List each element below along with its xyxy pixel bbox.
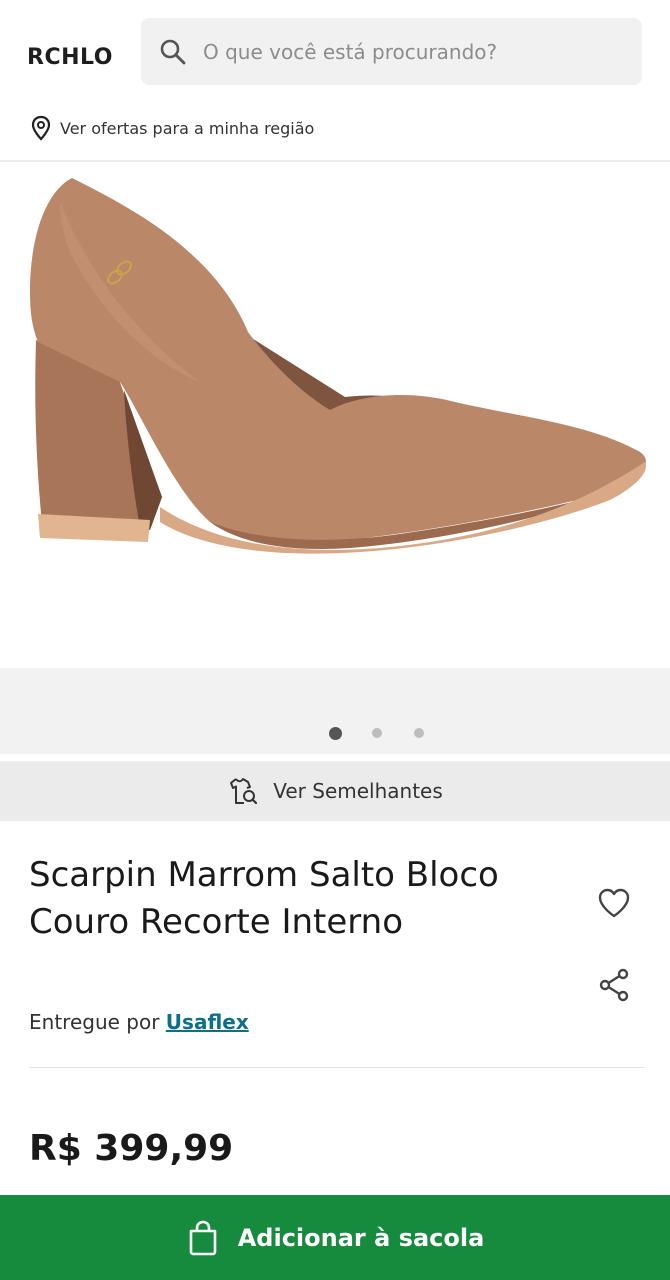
seller-link[interactable]: Usaflex <box>166 1010 249 1034</box>
gallery-footer <box>0 668 670 754</box>
product-price: R$ 399,99 <box>29 1128 234 1169</box>
favorite-heart-icon[interactable] <box>596 885 632 921</box>
product-image <box>30 178 646 554</box>
region-offers-label: Ver ofertas para a minha região <box>60 118 315 138</box>
store-logo[interactable]: RCHLO <box>27 45 113 70</box>
similar-products-label: Ver Semelhantes <box>273 779 443 803</box>
share-icon[interactable] <box>598 968 630 1002</box>
search-box[interactable] <box>141 18 642 85</box>
pagination-dot[interactable] <box>414 728 424 738</box>
product-image-gallery[interactable] <box>0 162 670 668</box>
pagination-dot-active[interactable] <box>329 727 342 740</box>
shirt-search-icon <box>230 778 258 805</box>
delivered-by-label: Entregue por <box>29 1010 160 1034</box>
location-pin-icon <box>31 115 51 141</box>
delivered-by: Entregue por Usaflex <box>29 1010 249 1034</box>
shopping-bag-icon <box>189 1220 217 1255</box>
header: RCHLO <box>0 0 670 100</box>
add-to-bag-button[interactable]: Adicionar à sacola <box>0 1195 670 1280</box>
search-icon[interactable] <box>159 38 187 66</box>
similar-products-button[interactable]: Ver Semelhantes <box>0 761 670 821</box>
add-to-bag-label: Adicionar à sacola <box>237 1223 485 1252</box>
section-divider <box>29 1067 644 1068</box>
search-input[interactable] <box>203 18 623 85</box>
product-title: Scarpin Marrom Salto Bloco Couro Recorte… <box>29 855 499 942</box>
region-offers-link[interactable]: Ver ofertas para a minha região <box>30 114 314 142</box>
pagination-dot[interactable] <box>372 728 382 738</box>
